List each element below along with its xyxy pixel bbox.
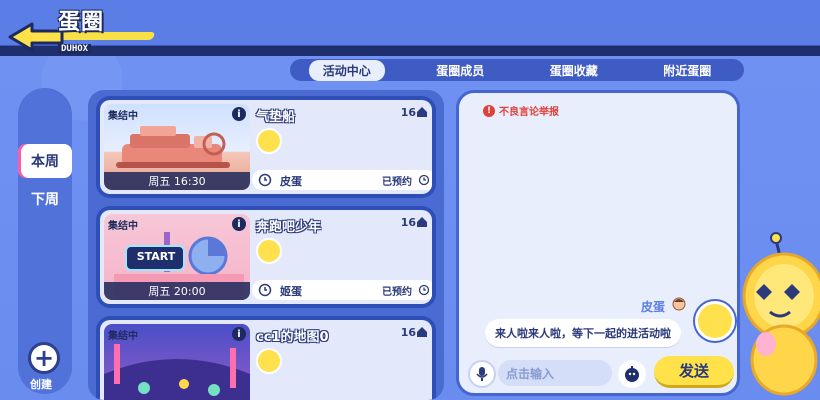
page-subtitle: DUHOX: [58, 44, 92, 54]
week-tab-this-week[interactable]: 本周: [18, 144, 72, 178]
chat-input[interactable]: 点击输入: [498, 360, 612, 386]
mascot-character: [742, 232, 820, 396]
activity-card[interactable]: START 集结中 i 周五 20:00 奔跑吧少年 16 姬蛋 已预约: [96, 206, 436, 308]
page-title: 蛋圈: [58, 10, 105, 35]
tab-bar: 活动中心 蛋圈成员 蛋圈收藏 附近蛋圈: [290, 59, 744, 81]
create-button[interactable]: +: [28, 342, 60, 374]
tab-favorites[interactable]: 蛋圈收藏: [536, 60, 612, 81]
message-sender: 皮蛋: [641, 300, 666, 314]
activity-card-body: START 集结中 i 周五 20:00 奔跑吧少年 16 姬蛋 已预约: [100, 210, 432, 304]
reservation-status: 已预约: [382, 177, 412, 188]
microphone-icon: [476, 367, 488, 381]
house-icon: [417, 107, 427, 117]
activity-title: cc1的地图0: [256, 330, 329, 345]
house-icon: [417, 217, 427, 227]
send-button[interactable]: 发送: [654, 356, 734, 388]
create-label: 创建: [30, 378, 52, 391]
week-tab-next-week[interactable]: 下周: [18, 182, 72, 216]
start-sign-text: START: [136, 250, 176, 263]
activity-card[interactable]: 集结中 i cc1的地图0 16: [96, 316, 436, 400]
back-arrow-icon: [8, 22, 64, 52]
house-icon: [417, 327, 427, 337]
info-icon[interactable]: i: [232, 107, 246, 121]
activity-host: 皮蛋: [280, 175, 302, 188]
title-block: 蛋圈 DUHOX: [58, 4, 104, 55]
clock-icon: [258, 173, 272, 187]
participant-avatar: [256, 238, 282, 264]
clock-icon: [258, 283, 272, 297]
gathering-tag: 集结中: [108, 221, 138, 232]
activity-level: 16: [400, 326, 416, 339]
chat-panel: ! 不良言论举报 皮蛋 来人啦来人啦，等下一起的进活动啦: [456, 90, 740, 396]
gathering-tag: 集结中: [108, 111, 138, 122]
plus-icon: +: [33, 344, 55, 372]
info-icon[interactable]: i: [232, 217, 246, 231]
activity-thumbnail: 集结中 i: [104, 324, 250, 400]
activity-list: 集结中 i 周五 16:30 气垫船 16 皮蛋 已预约 START 集结中 i…: [88, 90, 444, 400]
report-label: 不良言论举报: [499, 107, 559, 118]
warning-icon: !: [483, 104, 495, 117]
activity-thumbnail: START 集结中 i 周五 20:00: [104, 214, 250, 300]
reserved-clock-icon: [418, 174, 430, 186]
activity-host: 姬蛋: [280, 285, 302, 298]
tab-activity-center[interactable]: 活动中心: [308, 59, 385, 81]
activity-card[interactable]: 集结中 i 周五 16:30 气垫船 16 皮蛋 已预约: [96, 96, 436, 198]
participant-avatar: [256, 128, 282, 154]
activity-footer: 姬蛋 已预约: [252, 280, 432, 300]
activity-footer: 皮蛋 已预约: [252, 170, 432, 190]
sender-badge-icon: [672, 297, 686, 311]
emoji-button[interactable]: [618, 360, 646, 388]
voice-button[interactable]: [468, 360, 496, 388]
reserved-clock-icon: [418, 284, 430, 296]
activity-title: 奔跑吧少年: [256, 220, 322, 235]
gathering-tag: 集结中: [108, 331, 138, 342]
reservation-status: 已预约: [382, 287, 412, 298]
activity-thumbnail: 集结中 i 周五 16:30: [104, 104, 250, 190]
activity-time: 周五 20:00: [104, 282, 250, 300]
sender-avatar[interactable]: [695, 301, 735, 341]
activity-title: 气垫船: [256, 110, 296, 125]
activity-level: 16: [400, 106, 416, 119]
participant-avatar: [256, 348, 282, 374]
activity-time: 周五 16:30: [104, 172, 250, 190]
report-link[interactable]: ! 不良言论举报: [483, 103, 559, 118]
activity-level: 16: [400, 216, 416, 229]
chat-message: 来人啦来人啦，等下一起的进活动啦: [485, 319, 681, 347]
tab-nearby[interactable]: 附近蛋圈: [649, 60, 725, 81]
activity-card-body: 集结中 i 周五 16:30 气垫船 16 皮蛋 已预约: [100, 100, 432, 194]
tab-members[interactable]: 蛋圈成员: [422, 60, 498, 81]
bomb-emoji-icon: [625, 366, 639, 382]
info-icon[interactable]: i: [232, 327, 246, 341]
activity-card-body: 集结中 i cc1的地图0 16: [100, 320, 432, 400]
